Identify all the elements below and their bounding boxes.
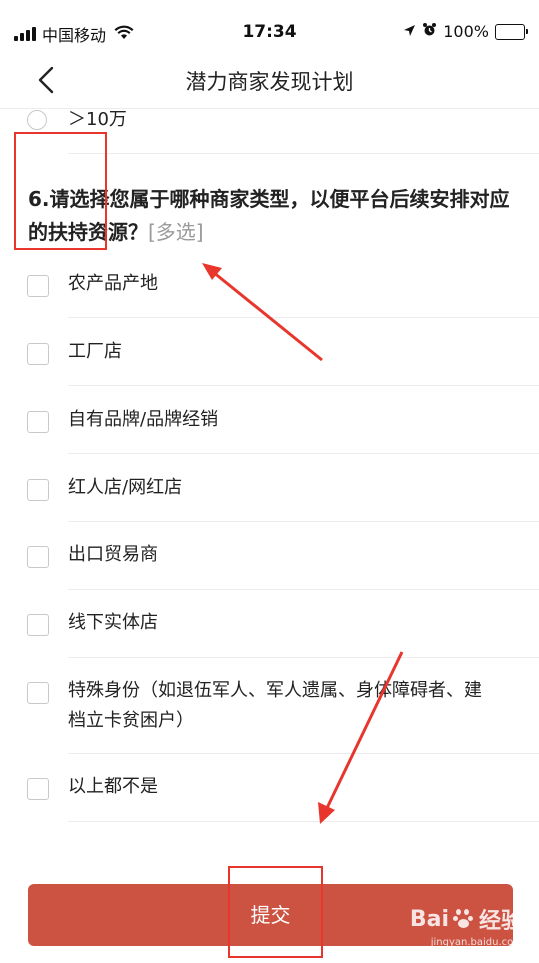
checkbox[interactable] [27,411,49,433]
battery-icon [495,23,528,40]
checkbox[interactable] [27,275,49,297]
watermark-suffix: 经验 [478,909,523,934]
checkbox[interactable] [27,479,49,501]
option-label: 出口贸易商 [68,544,158,565]
divider [68,657,539,658]
annotation-box-submit [228,866,323,958]
option-row[interactable]: 特殊身份（如退伍军人、军人遗属、身体障碍者、建档立卡贫困户） [0,666,539,754]
divider [68,589,539,590]
nav-bar: 潜力商家发现计划 [0,52,539,109]
option-label: 红人店/网红店 [68,477,183,498]
option-label: 特殊身份（如退伍军人、军人遗属、身体障碍者、建档立卡贫困户） [68,680,482,731]
option-row[interactable]: 工厂店 [0,326,539,386]
checkbox[interactable] [27,546,49,568]
option-row[interactable]: 线下实体店 [0,598,539,658]
baidu-jingyan-watermark: Bai 经验 jingyan.baidu.com [409,903,523,949]
divider [68,821,539,822]
location-icon [403,22,416,41]
alarm-icon [422,22,437,41]
option-label: 以上都不是 [68,776,158,797]
divider [68,521,539,522]
checkbox[interactable] [27,614,49,636]
option-label: 自有品牌/品牌经销 [68,409,219,430]
divider [68,153,539,154]
option-row[interactable]: 出口贸易商 [0,530,539,590]
watermark-brand: Bai [409,906,449,932]
status-right: 100% [403,22,528,41]
checkbox[interactable] [27,682,49,704]
multi-select-tag: [多选] [148,220,204,244]
option-label: 农产品产地 [68,273,158,294]
option-row[interactable]: 红人店/网红店 [0,462,539,522]
option-row[interactable]: 自有品牌/品牌经销 [0,394,539,454]
divider [68,753,539,754]
option-row[interactable]: 以上都不是 [0,762,539,822]
annotation-box-question-number [14,132,107,250]
checkbox[interactable] [27,778,49,800]
option-row[interactable]: 农产品产地 [0,258,539,318]
option-label: 线下实体店 [68,612,158,633]
watermark-url: jingyan.baidu.com [430,937,523,948]
battery-percent: 100% [443,22,489,41]
divider [68,317,539,318]
paw-logo-icon [452,909,475,929]
option-label: ＞10万 [68,109,127,130]
divider [68,385,539,386]
checkbox[interactable] [27,343,49,365]
page-title: 潜力商家发现计划 [185,70,354,94]
option-label: 工厂店 [68,341,122,362]
radio-button[interactable] [27,110,47,130]
divider [68,453,539,454]
